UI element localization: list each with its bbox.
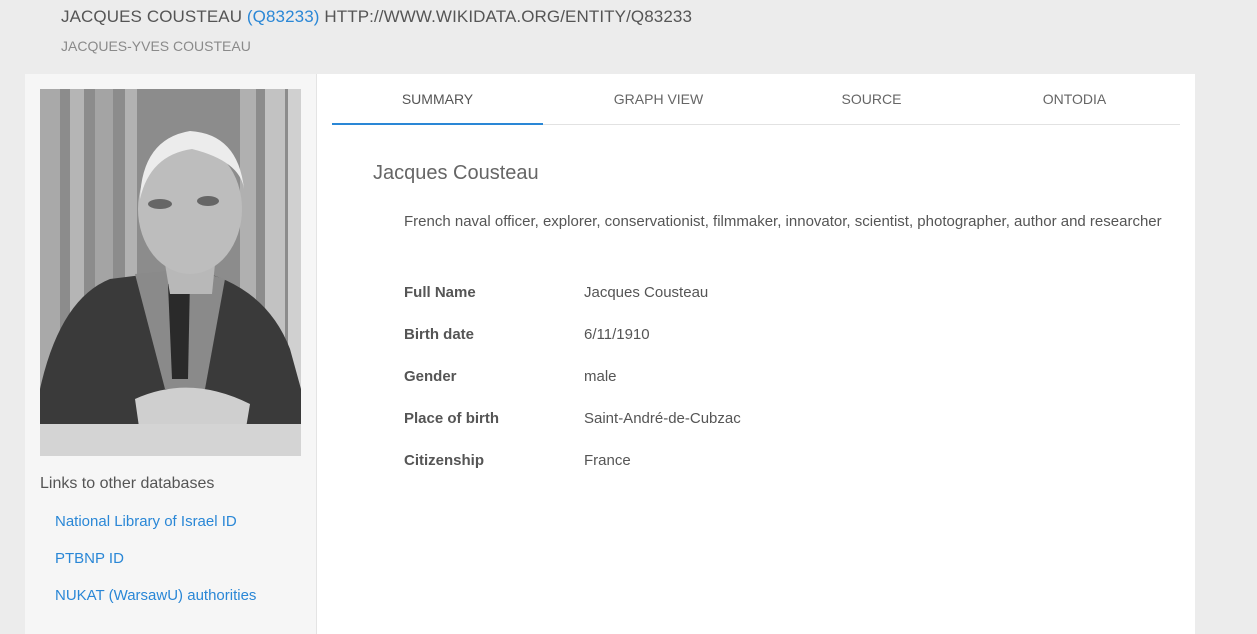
property-value-full-name: Jacques Cousteau (584, 284, 709, 301)
property-value-birth-date: 6/11/1910 (584, 326, 650, 343)
property-value-place-of-birth: Saint-André-de-Cubzac (584, 410, 741, 427)
link-national-library-of-israel[interactable]: National Library of Israel ID (55, 513, 237, 530)
tab-ontodia[interactable]: ONTODIA (969, 74, 1180, 125)
entity-id-link[interactable]: (Q83233) (247, 7, 320, 26)
tab-bar: SUMMARY GRAPH VIEW SOURCE ONTODIA (332, 74, 1180, 125)
property-label-citizenship: Citizenship (404, 452, 485, 469)
tab-summary[interactable]: SUMMARY (332, 74, 543, 125)
entity-description: French naval officer, explorer, conserva… (404, 213, 1162, 230)
tab-source[interactable]: SOURCE (766, 74, 977, 125)
entity-name-heading: Jacques Cousteau (373, 162, 539, 184)
links-heading: Links to other databases (40, 475, 215, 492)
entity-subtitle: JACQUES-YVES COUSTEAU (61, 38, 251, 54)
entity-title: JACQUES COUSTEAU (61, 7, 243, 26)
link-ptbnp[interactable]: PTBNP ID (55, 550, 124, 567)
property-value-gender: male (584, 368, 617, 385)
sidebar: Links to other databases National Librar… (25, 74, 317, 634)
property-label-full-name: Full Name (404, 284, 476, 301)
property-value-citizenship: France (584, 452, 631, 469)
entity-title-line: JACQUES COUSTEAU (Q83233) HTTP://WWW.WIK… (61, 7, 692, 27)
property-label-birth-date: Birth date (404, 326, 475, 343)
entity-uri: HTTP://WWW.WIKIDATA.ORG/ENTITY/Q83233 (324, 7, 693, 26)
tab-graph-view[interactable]: GRAPH VIEW (553, 74, 764, 125)
entity-card: Links to other databases National Librar… (25, 74, 1195, 634)
link-nukat[interactable]: NUKAT (WarsawU) authorities (55, 587, 256, 604)
property-label-place-of-birth: Place of birth (404, 410, 500, 427)
property-label-gender: Gender (404, 368, 457, 385)
entity-portrait-image (40, 89, 301, 456)
